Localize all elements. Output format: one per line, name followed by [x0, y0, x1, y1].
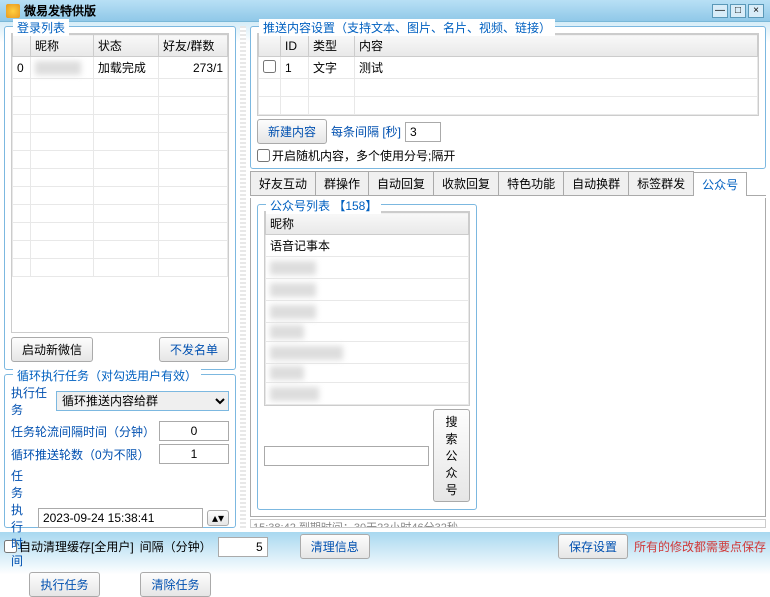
- tab-switchgroup[interactable]: 自动换群: [563, 171, 629, 195]
- login-table: 昵称 状态 好友/群数 0 ████氏 加载完成 273/1: [12, 34, 228, 277]
- app-logo: [6, 4, 20, 18]
- tab-tagsend[interactable]: 标签群发: [628, 171, 694, 195]
- maximize-button[interactable]: □: [730, 4, 746, 18]
- task-select[interactable]: 循环推送内容给群: [56, 391, 229, 411]
- wait-input[interactable]: [159, 421, 229, 441]
- push-row[interactable]: 1 文字 测试: [259, 57, 758, 79]
- splitter[interactable]: [240, 26, 246, 528]
- gzh-table: 昵称 语音记事本 ████察 ████息 ████步 ████ ████ 已冻结…: [265, 212, 469, 405]
- clear-task-button[interactable]: 清除任务: [140, 572, 210, 597]
- gzh-item[interactable]: ████: [266, 323, 469, 342]
- tab-special[interactable]: 特色功能: [498, 171, 564, 195]
- random-content-check[interactable]: 开启随机内容，多个使用分号;隔开: [257, 147, 759, 164]
- run-task-button[interactable]: 执行任务: [29, 572, 99, 597]
- clean-info-button[interactable]: 清理信息: [300, 534, 370, 559]
- time-stepper[interactable]: ▴▾: [207, 510, 229, 526]
- gzh-item[interactable]: 语音记事本: [266, 235, 469, 257]
- gzh-item[interactable]: ████步: [266, 301, 469, 323]
- rounds-input[interactable]: [159, 444, 229, 464]
- minimize-button[interactable]: —: [712, 4, 728, 18]
- gzh-search-button[interactable]: 搜索公众号: [433, 409, 470, 502]
- save-note: 所有的修改都需要点保存: [634, 538, 766, 555]
- push-row-check[interactable]: [263, 60, 276, 73]
- task-label: 执行任务: [11, 384, 52, 418]
- gzh-search-input[interactable]: [264, 446, 429, 466]
- tab-autoreply[interactable]: 自动回复: [368, 171, 434, 195]
- push-table: ID 类型 内容 1 文字 测试: [258, 34, 758, 115]
- log-box[interactable]: 15:38:42 到期时间：30天23小时46分32秒 15:38:42 初始化…: [250, 519, 766, 528]
- push-panel-title: 推送内容设置（支持文本、图片、名片、视频、链接）: [259, 19, 555, 36]
- gzh-item[interactable]: ████息: [266, 279, 469, 301]
- time-label: 任务执行时间: [11, 467, 34, 569]
- gzh-item[interactable]: ████ 已冻结: [266, 342, 469, 364]
- gzh-item[interactable]: ████ 虹: [266, 383, 469, 405]
- gzh-item[interactable]: ████: [266, 364, 469, 383]
- login-panel-title: 登录列表: [13, 19, 69, 36]
- tab-group[interactable]: 群操作: [315, 171, 369, 195]
- wait-label: 任务轮流间隔时间（分钟）: [11, 423, 155, 440]
- tab-friend[interactable]: 好友互动: [250, 171, 316, 195]
- time-input[interactable]: [38, 508, 203, 528]
- new-content-button[interactable]: 新建内容: [257, 119, 327, 144]
- gzh-list-title: 公众号列表 【158】: [266, 197, 381, 214]
- interval-input[interactable]: [405, 122, 441, 142]
- start-wechat-button[interactable]: 启动新微信: [11, 337, 93, 362]
- tabs: 好友互动 群操作 自动回复 收款回复 特色功能 自动换群 标签群发 公众号: [250, 171, 766, 196]
- tab-gzh[interactable]: 公众号: [693, 172, 747, 196]
- gzh-item[interactable]: ████察: [266, 257, 469, 279]
- save-settings-button[interactable]: 保存设置: [558, 534, 628, 559]
- tab-payment[interactable]: 收款回复: [433, 171, 499, 195]
- close-button[interactable]: ×: [748, 4, 764, 18]
- login-row[interactable]: 0 ████氏 加载完成 273/1: [13, 57, 228, 79]
- loop-panel-title: 循环执行任务（对勾选用户有效）: [13, 367, 201, 384]
- interval-label: 每条间隔 [秒]: [331, 123, 401, 140]
- rounds-label: 循环推送轮数（0为不限）: [11, 446, 155, 463]
- window-title: 微易发特供版: [24, 2, 710, 19]
- blacklist-button[interactable]: 不发名单: [159, 337, 229, 362]
